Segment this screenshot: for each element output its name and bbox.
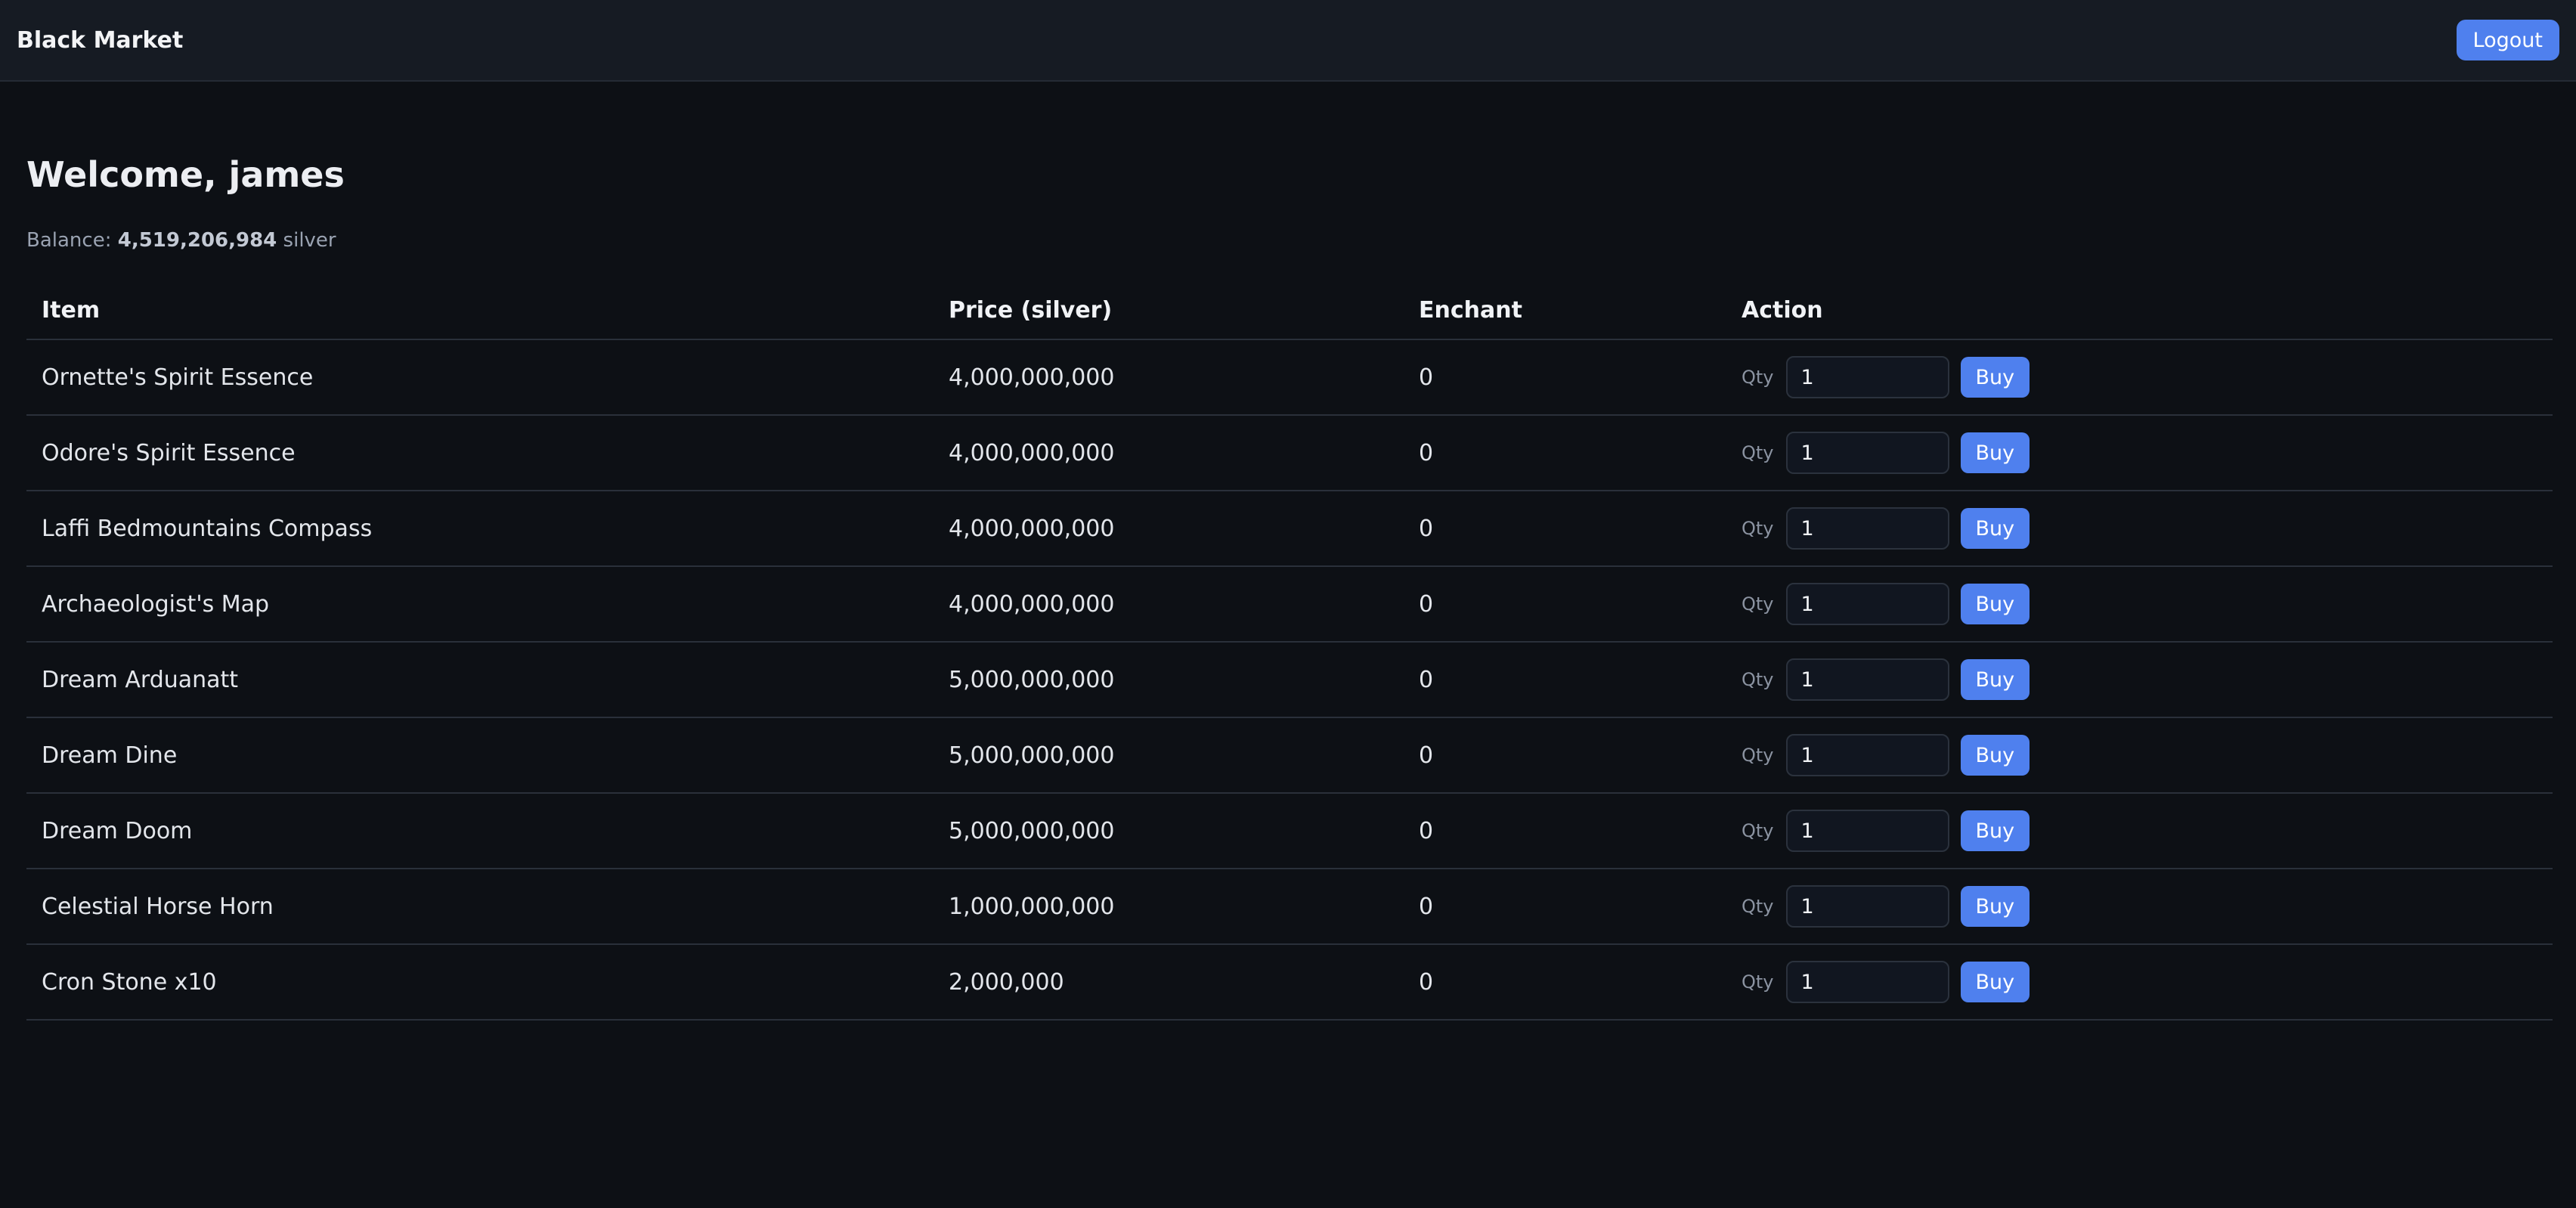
table-row: Dream Doom 5,000,000,000 0 Qty Buy <box>26 793 2553 870</box>
buy-button[interactable]: Buy <box>1960 357 2030 398</box>
item-name: Ornette's Spirit Essence <box>26 339 933 417</box>
item-name: Dream Dine <box>26 717 933 794</box>
table-row: Laffi Bedmountains Compass 4,000,000,000… <box>26 491 2553 568</box>
welcome-heading: Welcome, james <box>26 154 345 195</box>
buy-button[interactable]: Buy <box>1960 584 2030 625</box>
qty-input[interactable] <box>1785 658 1949 702</box>
item-name: Dream Arduanatt <box>26 642 933 719</box>
balance-label: Balance: <box>26 229 118 252</box>
qty-label: Qty <box>1742 442 1774 464</box>
item-enchant: 0 <box>1404 491 1726 568</box>
table-row: Archaeologist's Map 4,000,000,000 0 Qty B… <box>26 566 2553 643</box>
top-bar: Black Market Logout <box>0 0 2576 82</box>
table-row: Cron Stone x10 2,000,000 0 Qty Buy <box>26 944 2553 1021</box>
brand-title: Black Market <box>17 26 184 54</box>
balance-unit: silver <box>277 229 336 252</box>
column-header-action: Action <box>1726 282 2553 341</box>
column-header-enchant: Enchant <box>1404 282 1726 341</box>
qty-input[interactable] <box>1785 432 1949 475</box>
qty-input[interactable] <box>1785 507 1949 550</box>
logout-button[interactable]: Logout <box>2456 20 2559 60</box>
action-cell: Qty Buy <box>1726 415 2553 492</box>
item-enchant: 0 <box>1404 339 1726 417</box>
buy-button[interactable]: Buy <box>1960 810 2030 852</box>
qty-label: Qty <box>1742 745 1774 767</box>
buy-button[interactable]: Buy <box>1960 886 2030 928</box>
main-content: Welcome, james Balance: 4,519,206,984 si… <box>0 82 2576 1021</box>
action-cell: Qty Buy <box>1726 869 2553 946</box>
qty-label: Qty <box>1742 518 1774 540</box>
table-row: Celestial Horse Horn 1,000,000,000 0 Qty… <box>26 869 2553 946</box>
item-price: 4,000,000,000 <box>933 415 1404 492</box>
qty-input[interactable] <box>1785 583 1949 626</box>
action-cell: Qty Buy <box>1726 491 2553 568</box>
qty-input[interactable] <box>1785 810 1949 853</box>
action-cell: Qty Buy <box>1726 339 2553 417</box>
item-name: Archaeologist's Map <box>26 566 933 643</box>
action-cell: Qty Buy <box>1726 717 2553 794</box>
qty-label: Qty <box>1742 669 1774 691</box>
item-price: 5,000,000,000 <box>933 642 1404 719</box>
qty-label: Qty <box>1742 367 1774 389</box>
action-cell: Qty Buy <box>1726 793 2553 870</box>
buy-button[interactable]: Buy <box>1960 508 2030 550</box>
buy-button[interactable]: Buy <box>1960 962 2030 1003</box>
item-name: Dream Doom <box>26 793 933 870</box>
qty-label: Qty <box>1742 896 1774 918</box>
table-row: Dream Arduanatt 5,000,000,000 0 Qty Buy <box>26 642 2553 719</box>
table-row: Ornette's Spirit Essence 4,000,000,000 0… <box>26 339 2553 417</box>
action-cell: Qty Buy <box>1726 566 2553 643</box>
item-name: Odore's Spirit Essence <box>26 415 933 492</box>
item-price: 5,000,000,000 <box>933 717 1404 794</box>
item-price: 4,000,000,000 <box>933 491 1404 568</box>
qty-input[interactable] <box>1785 961 1949 1004</box>
action-cell: Qty Buy <box>1726 944 2553 1021</box>
item-price: 1,000,000,000 <box>933 869 1404 946</box>
column-header-price: Price (silver) <box>933 282 1404 341</box>
column-header-item: Item <box>26 282 933 341</box>
item-enchant: 0 <box>1404 717 1726 794</box>
buy-button[interactable]: Buy <box>1960 735 2030 776</box>
qty-label: Qty <box>1742 593 1774 615</box>
item-enchant: 0 <box>1404 642 1726 719</box>
table-row: Dream Dine 5,000,000,000 0 Qty Buy <box>26 717 2553 794</box>
item-enchant: 0 <box>1404 415 1726 492</box>
balance-amount: 4,519,206,984 <box>117 229 277 252</box>
item-name: Cron Stone x10 <box>26 944 933 1021</box>
balance-line: Balance: 4,519,206,984 silver <box>26 229 2550 252</box>
item-enchant: 0 <box>1404 944 1726 1021</box>
item-enchant: 0 <box>1404 566 1726 643</box>
market-table: Item Price (silver) Enchant Action Ornet… <box>26 282 2553 1021</box>
qty-input[interactable] <box>1785 356 1949 399</box>
item-enchant: 0 <box>1404 869 1726 946</box>
qty-input[interactable] <box>1785 885 1949 928</box>
buy-button[interactable]: Buy <box>1960 432 2030 474</box>
item-name: Laffi Bedmountains Compass <box>26 491 933 568</box>
qty-input[interactable] <box>1785 734 1949 777</box>
table-row: Odore's Spirit Essence 4,000,000,000 0 Q… <box>26 415 2553 492</box>
item-price: 4,000,000,000 <box>933 339 1404 417</box>
item-enchant: 0 <box>1404 793 1726 870</box>
table-header-row: Item Price (silver) Enchant Action <box>26 282 2553 341</box>
item-name: Celestial Horse Horn <box>26 869 933 946</box>
qty-label: Qty <box>1742 820 1774 842</box>
item-price: 4,000,000,000 <box>933 566 1404 643</box>
item-price: 5,000,000,000 <box>933 793 1404 870</box>
qty-label: Qty <box>1742 971 1774 993</box>
item-price: 2,000,000 <box>933 944 1404 1021</box>
action-cell: Qty Buy <box>1726 642 2553 719</box>
buy-button[interactable]: Buy <box>1960 659 2030 701</box>
